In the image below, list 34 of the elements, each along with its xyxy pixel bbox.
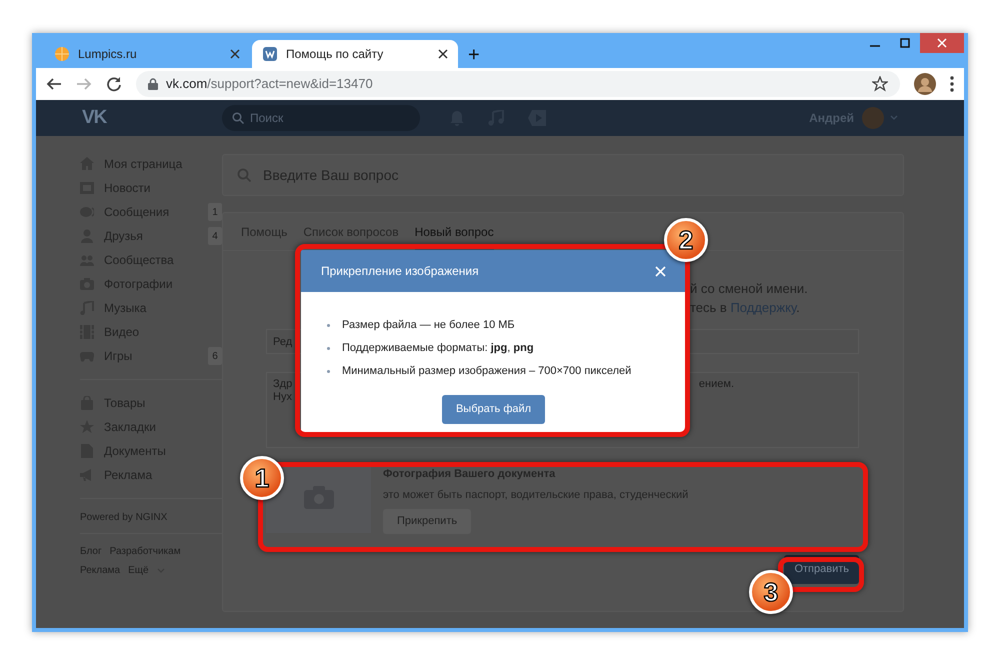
count-badge: 1 [208,203,222,221]
browser-tab[interactable]: Lumpics.ru [44,40,250,68]
choose-file-button[interactable]: Выбрать файл [442,395,546,424]
maximize-icon[interactable] [900,38,910,48]
bullet-icon [327,324,330,327]
requirement-text: Минимальный размер изображения – 700×700 пикселей [342,364,632,380]
search-field[interactable]: Поиск [222,105,420,131]
requirement-text: Размер файла — не более 10 МБ [342,318,515,334]
vk-logo[interactable]: VK [82,104,222,132]
close-icon[interactable] [438,49,448,59]
search-icon [232,112,244,124]
browser-tab[interactable]: Помощь по сайту [252,40,458,68]
bullet-icon [327,370,330,373]
requirement-text: Поддерживаемые форматы: jpg, png [342,341,534,356]
reload-icon[interactable] [106,76,122,92]
lock-icon [148,78,158,90]
close-icon[interactable] [230,49,240,59]
search-icon [237,168,251,182]
tab-title: Lumpics.ru [78,46,137,63]
menu-icon[interactable] [950,76,954,92]
url-text: vk.com/support?act=new&id=13470 [166,75,373,94]
count-badge: 6 [208,347,222,365]
avatar-icon[interactable] [914,73,936,95]
count-badge: 4 [208,227,222,245]
modal-title: Прикрепление изображения [321,263,479,280]
back-arrow-icon[interactable] [46,76,62,92]
citrus-slice-icon [54,46,70,62]
site-favicon-icon [262,46,278,62]
attach-button[interactable]: Прикрепить [383,509,472,534]
address-bar[interactable]: vk.com/support?act=new&id=13470 [136,71,900,97]
bullet-icon [327,347,330,350]
star-icon[interactable] [872,76,888,92]
new-tab-button[interactable]: + [468,44,480,64]
tab-title: Помощь по сайту [286,46,384,63]
